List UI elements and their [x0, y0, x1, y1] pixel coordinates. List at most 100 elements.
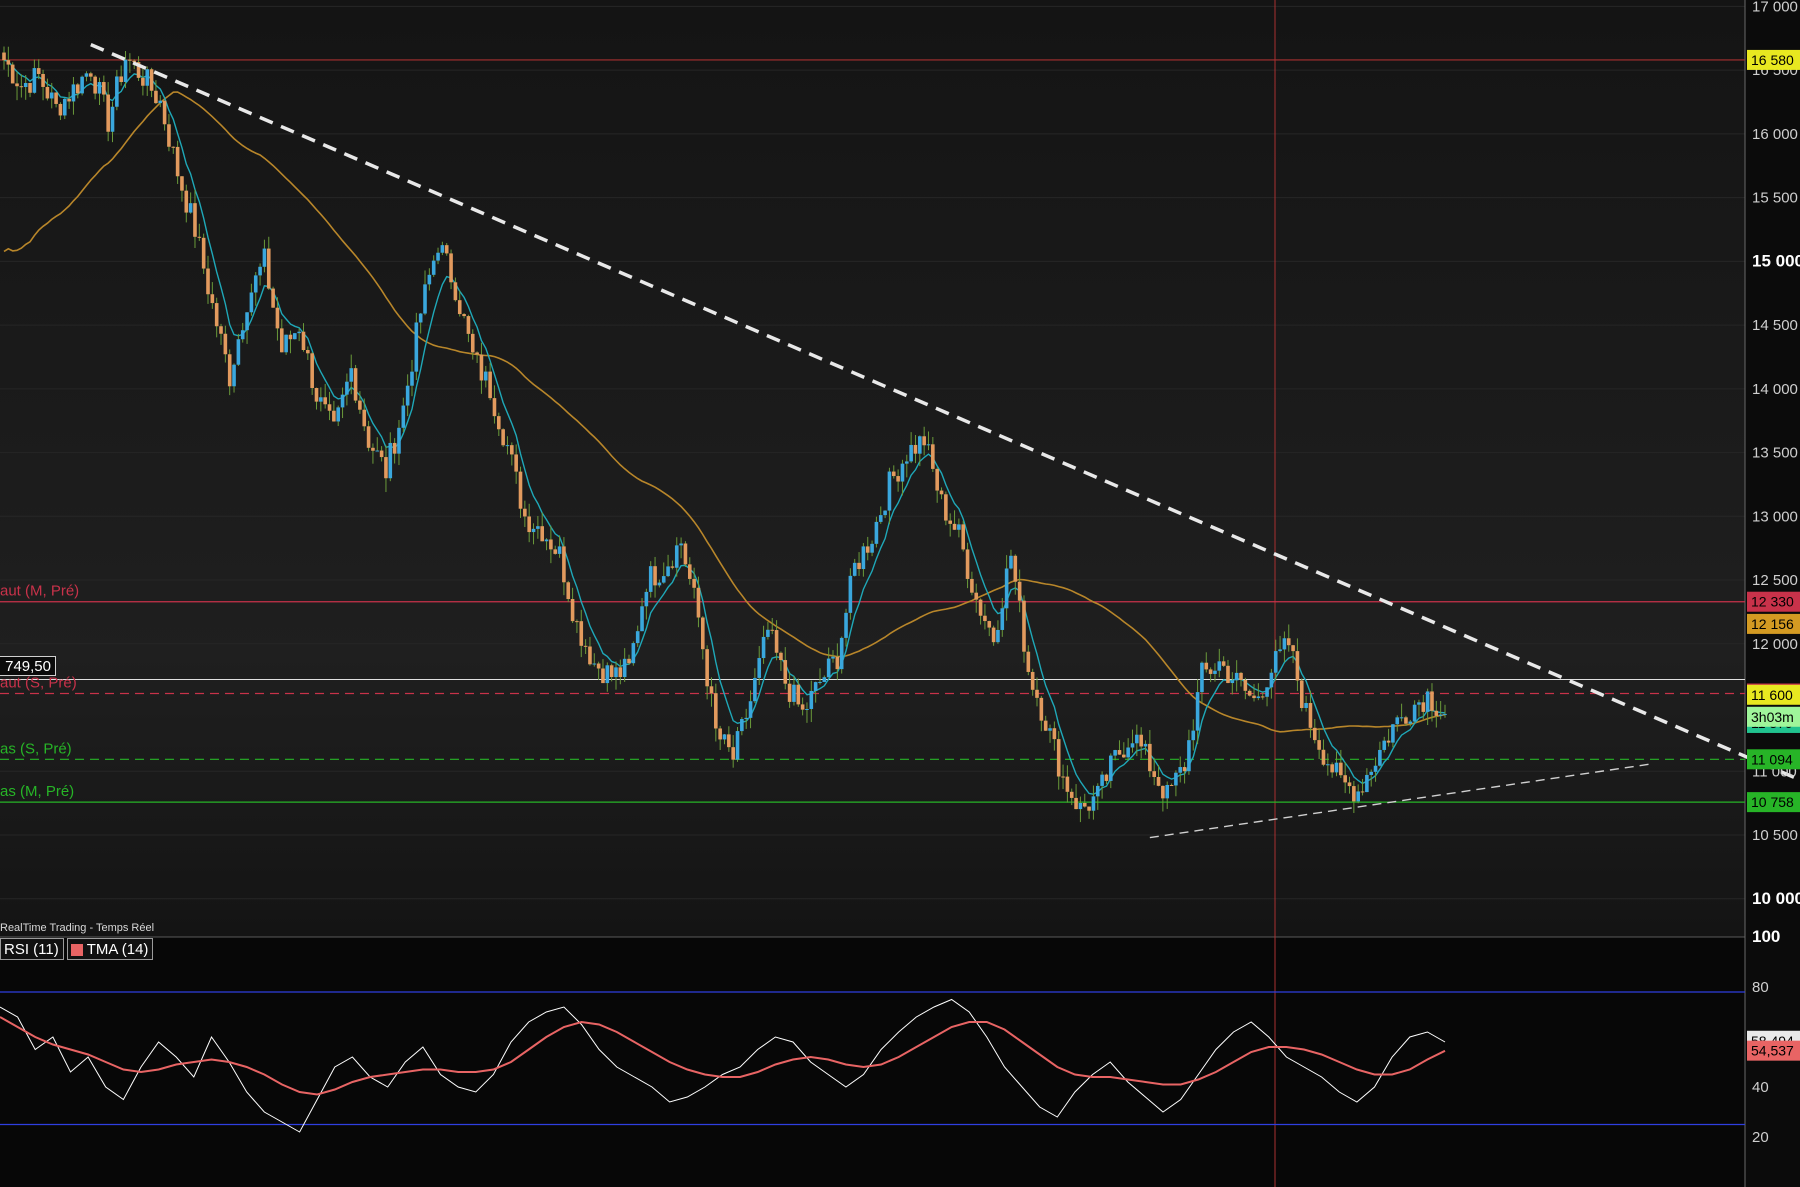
- candle-body: [978, 599, 983, 616]
- candle-body: [1191, 730, 1196, 741]
- legend-tma[interactable]: TMA (14): [66, 938, 154, 960]
- candle-body: [1399, 717, 1404, 719]
- price-tag: 11 600: [1751, 687, 1793, 703]
- axis-tick-label: 10 500: [1752, 827, 1798, 844]
- candle-body: [813, 682, 818, 691]
- candle-body: [23, 83, 28, 88]
- candle-body: [1386, 740, 1391, 743]
- candle-body: [397, 427, 401, 454]
- candle-body: [384, 457, 388, 479]
- candle-body: [1017, 581, 1022, 601]
- candle-body: [735, 731, 740, 760]
- candle-body: [935, 468, 939, 491]
- candle-body: [1169, 784, 1174, 786]
- candle-body: [462, 314, 466, 317]
- candle-body: [1135, 734, 1139, 744]
- axis-tick-label: 10 000: [1752, 889, 1800, 908]
- candle-body: [1022, 600, 1026, 652]
- candle-body: [1252, 695, 1256, 699]
- chart-canvas[interactable]: aut (M, Pré) aut (S, Pré) as (S, Pré) as (M…: [0, 0, 1800, 1187]
- candle-body: [349, 368, 354, 382]
- candle-body: [19, 86, 24, 88]
- candle-body: [839, 637, 844, 670]
- candle-body: [531, 528, 536, 533]
- candle-body: [444, 245, 449, 254]
- candle-body: [1004, 568, 1009, 609]
- legend-rsi[interactable]: RSI (11): [0, 938, 64, 960]
- candle-body: [371, 447, 375, 451]
- candle-body: [757, 658, 762, 678]
- candle-body: [1330, 764, 1334, 773]
- candle-body: [67, 98, 71, 102]
- candle-body: [362, 409, 367, 427]
- candle-body: [1165, 784, 1170, 799]
- candle-body: [1421, 702, 1426, 712]
- candle-body: [553, 549, 558, 554]
- candle-body: [640, 606, 644, 632]
- candle-body: [223, 333, 228, 355]
- candle-body: [1230, 680, 1235, 684]
- candle-body: [1056, 739, 1061, 777]
- candle-body: [58, 103, 63, 116]
- candle-body: [540, 526, 545, 542]
- candle-body: [193, 203, 197, 237]
- candle-body: [996, 629, 1000, 643]
- candle-body: [683, 543, 688, 565]
- candle-body: [1126, 747, 1130, 758]
- candle-body: [154, 90, 158, 104]
- candle-body: [687, 564, 692, 579]
- candle-body: [1061, 776, 1065, 778]
- candle-body: [518, 471, 523, 509]
- candle-body: [857, 562, 861, 570]
- candle-body: [449, 253, 453, 283]
- legend-rsi-label: RSI (11): [4, 941, 59, 958]
- candle-body: [253, 275, 258, 293]
- candle-body: [674, 545, 679, 568]
- candle-body: [1117, 750, 1122, 755]
- candle-body: [870, 543, 874, 553]
- candle-body: [1091, 796, 1096, 811]
- candle-body: [1412, 704, 1417, 722]
- candle-body: [188, 203, 193, 213]
- candle-body: [84, 73, 89, 77]
- candle-body: [431, 260, 436, 275]
- candle-body: [1256, 696, 1261, 699]
- candle-body: [740, 719, 744, 732]
- candle-body: [102, 82, 106, 95]
- legend-tma-label: TMA (14): [86, 941, 149, 958]
- candle-body: [818, 681, 822, 683]
- price-panel-bg: [0, 0, 1745, 937]
- candle-body: [214, 303, 219, 327]
- candle-body: [423, 284, 427, 314]
- candle-body: [119, 76, 123, 83]
- candle-body: [1143, 743, 1148, 747]
- candle-body: [353, 368, 358, 401]
- level-label: as (M, Pré): [0, 783, 74, 800]
- candle-body: [414, 322, 419, 372]
- candle-body: [271, 288, 275, 308]
- candle-body: [1074, 797, 1078, 810]
- candle-body: [453, 282, 458, 301]
- candle-body: [210, 294, 215, 304]
- candle-body: [709, 686, 714, 694]
- candle-body: [570, 599, 575, 622]
- candle-body: [1360, 791, 1365, 793]
- candle-body: [379, 450, 384, 458]
- candle-body: [171, 146, 176, 148]
- candle-body: [1152, 771, 1156, 777]
- candle-body: [1321, 749, 1326, 765]
- candle-body: [700, 617, 705, 650]
- axis-tick-label: 12 500: [1752, 572, 1798, 589]
- candle-body: [544, 539, 549, 542]
- candle-body: [1286, 638, 1291, 646]
- axis-tick-label: 14 000: [1752, 381, 1798, 398]
- candle-body: [718, 728, 722, 740]
- price-axis: 17 00016 50016 00015 50015 00014 50014 0…: [1752, 0, 1800, 1146]
- candle-body: [75, 84, 80, 94]
- candle-body: [792, 684, 796, 702]
- candle-body: [744, 717, 749, 720]
- candle-body: [145, 69, 150, 86]
- candle-body: [1182, 767, 1187, 772]
- candle-body: [54, 92, 58, 104]
- candle-body: [314, 387, 319, 402]
